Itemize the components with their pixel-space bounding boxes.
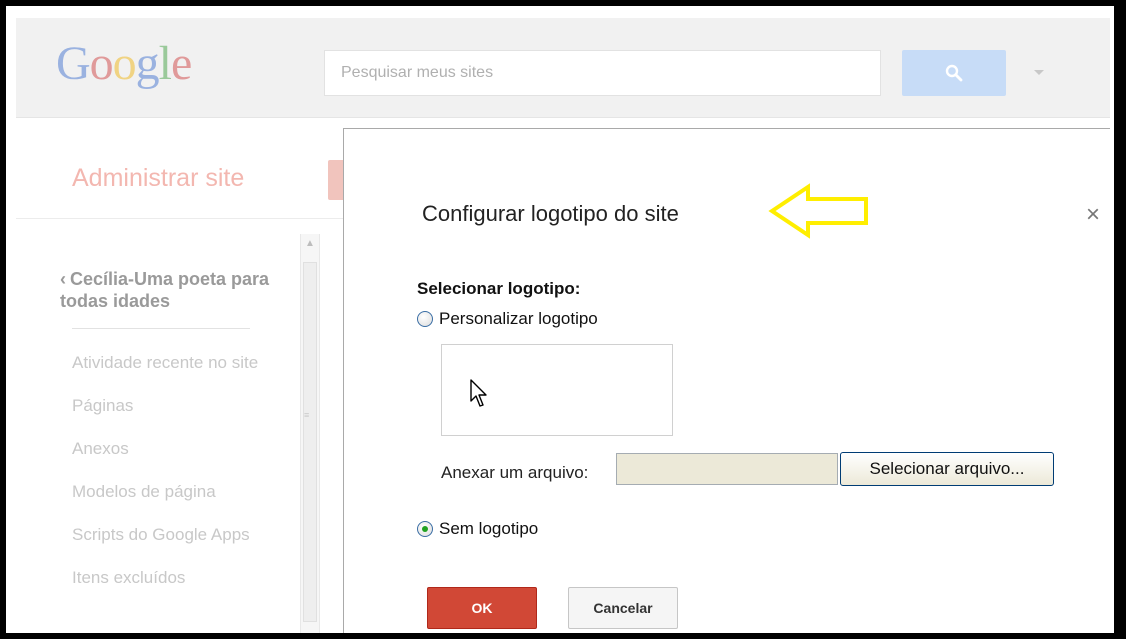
google-logo[interactable]: Google — [56, 36, 192, 91]
chevron-down-icon[interactable] — [1034, 70, 1044, 75]
scrollbar-thumb[interactable] — [303, 262, 317, 622]
site-name-label: Cecília-Uma poeta para todas idades — [60, 269, 270, 311]
sidebar-scrollbar[interactable]: ▲ ≡ — [300, 234, 320, 633]
attach-file-label: Anexar um arquivo: — [441, 463, 589, 482]
section-label: Selecionar logotipo: — [417, 279, 581, 298]
radio-label: Sem logotipo — [439, 519, 539, 538]
file-path-field[interactable] — [616, 453, 838, 485]
search-input[interactable]: Pesquisar meus sites — [324, 50, 881, 96]
search-button[interactable] — [902, 50, 1006, 96]
logo-config-dialog: Configurar logotipo do site × Selecionar… — [343, 128, 1110, 633]
dialog-title: Configurar logotipo do site — [422, 201, 679, 226]
radio-custom-logo[interactable]: Personalizar logotipo — [417, 309, 598, 329]
logo-preview — [441, 344, 673, 436]
page-background: Google Pesquisar meus sites Administrar … — [16, 18, 1110, 633]
sidebar-nav: Atividade recente no site Páginas Anexos… — [72, 354, 272, 612]
search-icon — [945, 64, 963, 82]
radio-no-logo[interactable]: Sem logotipo — [417, 519, 538, 539]
cancel-button[interactable]: Cancelar — [568, 587, 678, 629]
sidebar-item-recent-activity[interactable]: Atividade recente no site — [72, 354, 272, 372]
radio-button[interactable] — [417, 521, 433, 537]
radio-button[interactable] — [417, 311, 433, 327]
top-bar: Google Pesquisar meus sites — [16, 18, 1110, 118]
sidebar-item-page-templates[interactable]: Modelos de página — [72, 483, 272, 501]
divider — [72, 328, 250, 329]
grip-icon: ≡ — [304, 410, 310, 420]
screenshot-frame: Google Pesquisar meus sites Administrar … — [6, 6, 1114, 633]
annotation-arrow-icon — [768, 183, 868, 239]
page-title: Administrar site — [72, 164, 245, 192]
sidebar-item-deleted-items[interactable]: Itens excluídos — [72, 569, 272, 587]
site-name-link[interactable]: ‹ Cecília-Uma poeta para todas idades — [60, 268, 280, 312]
radio-label: Personalizar logotipo — [439, 309, 598, 328]
cursor-icon — [470, 379, 487, 407]
close-icon[interactable]: × — [1086, 201, 1100, 229]
chevron-left-icon: ‹ — [60, 269, 66, 289]
sidebar-item-pages[interactable]: Páginas — [72, 397, 272, 415]
chevron-up-icon[interactable]: ▲ — [305, 238, 315, 249]
divider — [16, 218, 346, 219]
ok-button[interactable]: OK — [427, 587, 537, 629]
sidebar-item-attachments[interactable]: Anexos — [72, 440, 272, 458]
select-file-button[interactable]: Selecionar arquivo... — [840, 452, 1054, 486]
sidebar-item-apps-scripts[interactable]: Scripts do Google Apps — [72, 526, 272, 544]
